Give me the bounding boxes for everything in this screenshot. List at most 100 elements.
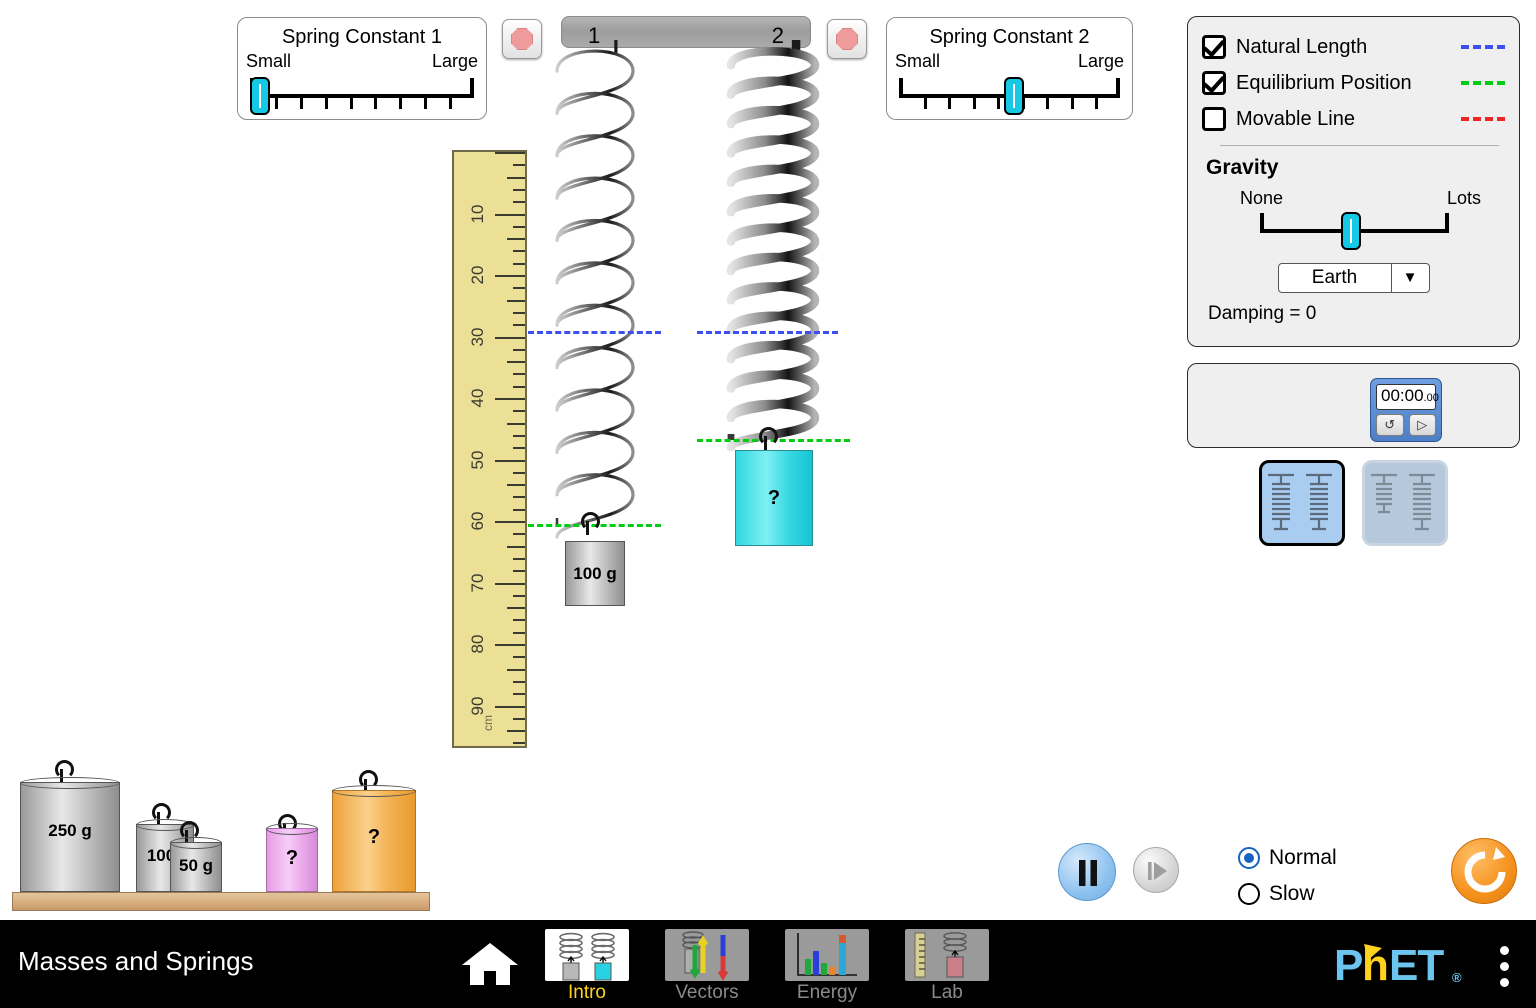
step-forward-button[interactable] — [1133, 847, 1179, 893]
slider-thumb[interactable] — [1340, 212, 1361, 250]
cylinder-top — [170, 837, 222, 849]
spring-constant-1-panel: Spring Constant 1 Small Large — [237, 17, 487, 120]
springs-graphic[interactable] — [520, 40, 880, 600]
slider-track[interactable] — [250, 94, 474, 98]
reset-all-button[interactable] — [1451, 838, 1517, 904]
normal-radio[interactable] — [1238, 847, 1260, 869]
system-selector-two-unequal-springs[interactable] — [1362, 460, 1448, 546]
gravity-body-value: Earth — [1311, 267, 1358, 288]
speed-option-slow[interactable]: Slow — [1238, 876, 1337, 912]
stopwatch-buttons: ↺ ▷ — [1376, 414, 1436, 436]
ruler-minor-tick — [513, 533, 525, 536]
slider-thumb[interactable] — [250, 77, 270, 115]
slider-tick — [1070, 98, 1074, 109]
ruler-minor-tick — [513, 680, 525, 683]
system-selector-two-equal-springs[interactable] — [1259, 460, 1345, 546]
natural-length-row[interactable]: Natural Length — [1202, 29, 1505, 65]
ruler[interactable]: 10 20 30 40 50 60 70 80 90 cm — [452, 150, 527, 748]
tab-lab[interactable]: Lab — [902, 929, 992, 1004]
equilibrium-position-row[interactable]: Equilibrium Position — [1202, 65, 1505, 101]
ruler-minor-tick — [507, 668, 525, 671]
shelf-mass-50g[interactable]: 50 g — [170, 837, 222, 892]
tab-energy[interactable]: Energy — [782, 929, 872, 1004]
pause-button[interactable] — [1058, 843, 1116, 901]
ruler-minor-tick — [507, 176, 525, 179]
movable-line-checkbox[interactable] — [1202, 107, 1226, 131]
kebab-dot — [1500, 946, 1509, 955]
movable-line-color-swatch — [1461, 117, 1505, 121]
stopwatch-reset-button[interactable]: ↺ — [1376, 414, 1404, 436]
slider-tick — [449, 98, 453, 109]
ruler-minor-tick — [507, 422, 525, 425]
shelf-mass-unknown-pink[interactable]: ? — [266, 823, 318, 892]
ruler-major-tick — [495, 336, 525, 339]
gravity-title: Gravity — [1206, 156, 1279, 179]
slider-tick — [972, 98, 976, 109]
gravity-body-select[interactable]: Earth ▼ — [1277, 263, 1430, 293]
slider-thumb[interactable] — [1003, 77, 1024, 115]
equilibrium-position-checkbox[interactable] — [1202, 71, 1226, 95]
ruler-label: 70 — [468, 573, 487, 592]
mass-shelf — [12, 892, 430, 911]
shelf-mass-250g[interactable]: 250 g — [20, 777, 120, 892]
ruler-minor-tick — [513, 631, 525, 634]
ruler-minor-tick — [513, 508, 525, 511]
speed-option-normal[interactable]: Normal — [1238, 840, 1337, 876]
hanging-mass-unknown-cyan[interactable]: ? — [735, 450, 813, 546]
stopwatch-play-button[interactable]: ▷ — [1408, 414, 1436, 436]
hook-icon — [758, 427, 778, 450]
ruler-minor-tick — [513, 188, 525, 191]
stopwatch-display: 00:00.00 — [1376, 384, 1439, 410]
home-button[interactable] — [458, 939, 522, 989]
spring-constant-2-slider[interactable] — [899, 76, 1120, 118]
movable-line-row[interactable]: Movable Line — [1202, 101, 1505, 137]
vectors-thumbnail-icon — [682, 931, 729, 981]
tab-intro-label: Intro — [567, 982, 607, 1003]
hanging-mass-100g[interactable]: 100 g — [565, 541, 625, 606]
tab-intro[interactable]: Intro — [542, 929, 632, 1004]
step-forward-icon — [1148, 862, 1167, 880]
natural-length-label: Natural Length — [1236, 35, 1368, 58]
energy-thumbnail-icon — [797, 933, 857, 976]
ruler-minor-tick — [513, 570, 525, 573]
ruler-minor-tick — [513, 287, 525, 290]
gravity-range-labels: None Lots — [1240, 188, 1481, 209]
menu-kebab-button[interactable] — [1500, 946, 1510, 994]
tab-intro-thumbnail — [545, 929, 629, 981]
ruler-minor-tick — [507, 299, 525, 302]
ruler-minor-tick — [513, 348, 525, 351]
stopwatch[interactable]: 00:00.00 ↺ ▷ — [1370, 378, 1442, 442]
spring-constant-1-range-labels: Small Large — [238, 51, 486, 72]
timer-panel: 00:00.00 ↺ ▷ — [1187, 363, 1520, 448]
shelf-mass-unknown-orange[interactable]: ? — [332, 785, 416, 892]
ruler-minor-tick — [513, 410, 525, 413]
ruler-minor-tick — [507, 730, 525, 733]
ruler-minor-tick — [507, 607, 525, 610]
ruler-minor-tick — [507, 361, 525, 364]
spring-2[interactable] — [726, 40, 820, 452]
ruler-minor-tick — [507, 484, 525, 487]
ruler-minor-tick — [513, 471, 525, 474]
home-icon — [462, 943, 518, 985]
slow-radio[interactable] — [1238, 883, 1260, 905]
ruler-minor-tick — [513, 164, 525, 167]
ruler-label: 50 — [468, 450, 487, 469]
chevron-down-icon[interactable]: ▼ — [1390, 264, 1429, 292]
spring-1[interactable] — [555, 40, 635, 539]
normal-label: Normal — [1269, 846, 1337, 869]
phet-logo[interactable]: P h ET ® — [1334, 941, 1484, 1000]
spring-constant-1-slider[interactable] — [250, 76, 474, 118]
natural-length-checkbox[interactable] — [1202, 35, 1226, 59]
tab-lab-thumbnail — [905, 929, 989, 981]
tab-vectors[interactable]: Vectors — [662, 929, 752, 1004]
kebab-dot — [1500, 962, 1509, 971]
ruler-minor-tick — [513, 619, 525, 622]
kebab-dot — [1500, 978, 1509, 987]
ruler-minor-tick — [513, 717, 525, 720]
pause-icon — [1079, 860, 1097, 886]
hook-icon — [580, 512, 600, 535]
gravity-slider[interactable] — [1260, 211, 1449, 251]
tab-energy-label: Energy — [796, 982, 858, 1003]
mass-label: 100 g — [573, 563, 617, 583]
slider-tick — [374, 98, 378, 109]
